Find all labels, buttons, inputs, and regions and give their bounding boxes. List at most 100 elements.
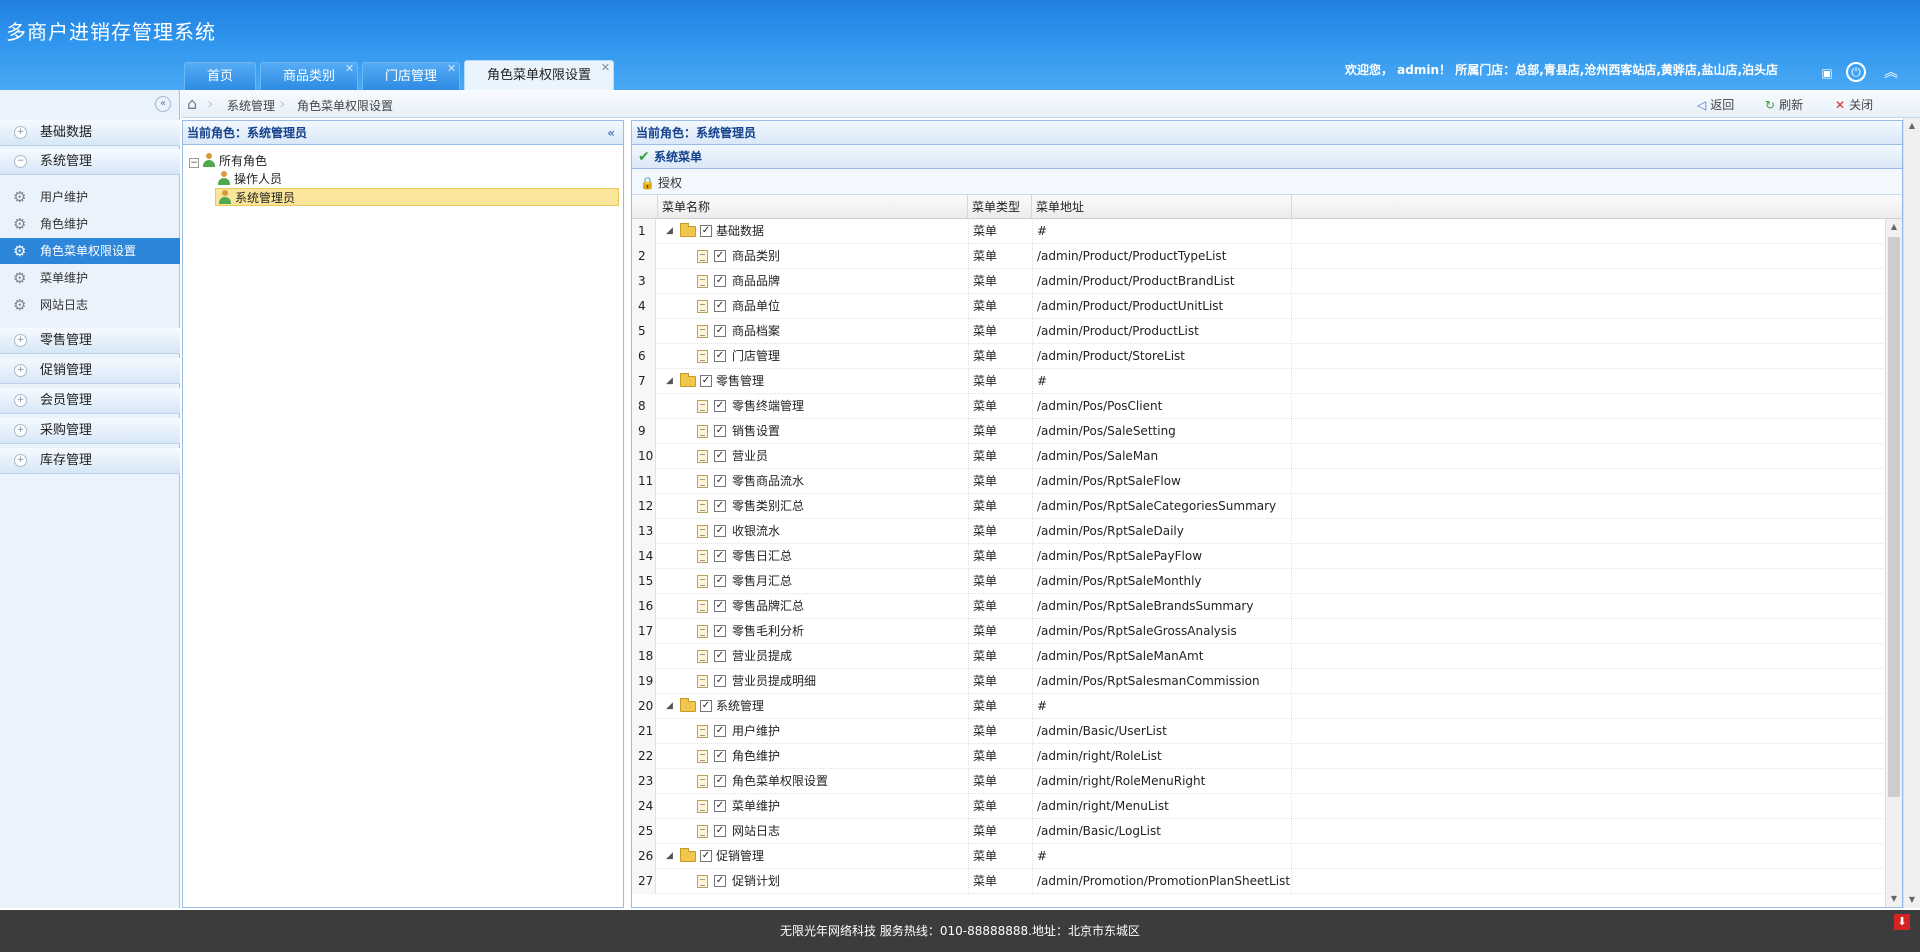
row-checkbox[interactable]: ✓ [714,475,726,487]
collapse-up-icon[interactable]: ︽ [1880,62,1902,84]
tab-home[interactable]: 首页 [184,62,257,90]
column-header-name[interactable]: 菜单名称 [658,195,968,219]
table-row[interactable]: 17 ✓ 零售毛利分析 菜单/admin/Pos/RptSaleGrossAnalys… [632,619,1902,644]
row-checkbox[interactable]: ✓ [714,725,726,737]
collapse-icon[interactable]: − [189,158,199,168]
row-checkbox[interactable]: ✓ [714,500,726,512]
tab-role-menu-rights[interactable]: 角色菜单权限设置 ✕ [464,60,615,90]
sidebar-item-menu[interactable]: ⚙ 菜单维护 [0,265,180,291]
authorize-button[interactable]: 🔒 授权 [640,174,682,191]
table-row[interactable]: 2 ✓ 商品类别 菜单/admin/Product/ProductTypeList [632,244,1902,269]
table-row[interactable]: 10 ✓ 营业员 菜单/admin/Pos/SaleMan [632,444,1902,469]
sidebar-item-log[interactable]: ⚙ 网站日志 [0,292,180,318]
table-row[interactable]: 13 ✓ 收银流水 菜单/admin/Pos/RptSaleDaily [632,519,1902,544]
tree-node-admin[interactable]: 系统管理员 [215,188,619,206]
refresh-button[interactable]: ↻ 刷新 [1765,96,1803,113]
row-checkbox[interactable]: ✓ [714,550,726,562]
sidebar-group-member[interactable]: + 会员管理 [0,388,180,414]
sidebar-group-basic-data[interactable]: + 基础数据 [0,120,180,146]
sidebar-item-role-menu-rights[interactable]: ⚙ 角色菜单权限设置 [0,238,180,264]
table-row[interactable]: 25 ✓ 网站日志 菜单/admin/Basic/LogList [632,819,1902,844]
expand-arrow-icon[interactable]: ◢ [666,219,673,243]
row-checkbox[interactable]: ✓ [714,575,726,587]
back-button[interactable]: ◁ 返回 [1697,96,1734,113]
expand-arrow-icon[interactable]: ◢ [666,844,673,868]
table-row[interactable]: 19 ✓ 营业员提成明细 菜单/admin/Pos/RptSalesmanCommis… [632,669,1902,694]
column-header-type[interactable]: 菜单类型 [968,195,1032,219]
table-row[interactable]: 20 ◢ ✓ 系统管理 菜单 # [632,694,1902,719]
sidebar-item-role[interactable]: ⚙ 角色维护 [0,211,180,237]
page-scrollbar[interactable]: ▲ ▼ [1903,118,1920,908]
scroll-up-icon[interactable]: ▲ [1886,219,1902,235]
power-icon[interactable]: ⏻ [1846,62,1866,82]
table-row[interactable]: 11 ✓ 零售商品流水 菜单/admin/Pos/RptSaleFlow [632,469,1902,494]
table-row[interactable]: 21 ✓ 用户维护 菜单/admin/Basic/UserList [632,719,1902,744]
table-row[interactable]: 3 ✓ 商品品牌 菜单/admin/Product/ProductBrandList [632,269,1902,294]
scroll-down-icon[interactable]: ▼ [1886,891,1902,907]
sidebar-group-purchase[interactable]: + 采购管理 [0,418,180,444]
table-row[interactable]: 9 ✓ 销售设置 菜单/admin/Pos/SaleSetting [632,419,1902,444]
sidebar-group-system[interactable]: − 系统管理 [0,149,180,175]
row-checkbox[interactable]: ✓ [714,425,726,437]
row-checkbox[interactable]: ✓ [714,800,726,812]
row-checkbox[interactable]: ✓ [714,875,726,887]
table-row[interactable]: 1 ◢ ✓ 基础数据 菜单 # [632,219,1902,244]
expand-arrow-icon[interactable]: ◢ [666,369,673,393]
close-icon[interactable]: ✕ [601,53,610,83]
clipboard-icon[interactable]: ▣ [1816,62,1838,84]
table-row[interactable]: 14 ✓ 零售日汇总 菜单/admin/Pos/RptSalePayFlow [632,544,1902,569]
row-checkbox[interactable]: ✓ [714,350,726,362]
expand-arrow-icon[interactable]: ◢ [666,694,673,718]
breadcrumb-item[interactable]: 系统管理 [227,97,275,114]
table-row[interactable]: 4 ✓ 商品单位 菜单/admin/Product/ProductUnitList [632,294,1902,319]
sidebar-collapse-icon[interactable]: « [155,96,171,112]
table-row[interactable]: 23 ✓ 角色菜单权限设置 菜单/admin/right/RoleMenuRight [632,769,1902,794]
row-checkbox[interactable]: ✓ [714,750,726,762]
sidebar-item-user[interactable]: ⚙ 用户维护 [0,184,180,210]
row-checkbox[interactable]: ✓ [714,600,726,612]
table-row[interactable]: 24 ✓ 菜单维护 菜单/admin/right/MenuList [632,794,1902,819]
table-row[interactable]: 15 ✓ 零售月汇总 菜单/admin/Pos/RptSaleMonthly [632,569,1902,594]
scroll-thumb[interactable] [1888,237,1900,797]
row-checkbox[interactable]: ✓ [714,675,726,687]
row-checkbox[interactable]: ✓ [714,325,726,337]
row-checkbox[interactable]: ✓ [714,525,726,537]
row-checkbox[interactable]: ✓ [714,300,726,312]
row-checkbox[interactable]: ✓ [714,275,726,287]
row-checkbox[interactable]: ✓ [700,375,712,387]
table-row[interactable]: 6 ✓ 门店管理 菜单/admin/Product/StoreList [632,344,1902,369]
row-checkbox[interactable]: ✓ [714,825,726,837]
sidebar-group-retail[interactable]: + 零售管理 [0,328,180,354]
table-row[interactable]: 27 ✓ 促销计划 菜单/admin/Promotion/PromotionPlanS… [632,869,1902,894]
row-checkbox[interactable]: ✓ [714,450,726,462]
table-row[interactable]: 16 ✓ 零售品牌汇总 菜单/admin/Pos/RptSaleBrandsSumma… [632,594,1902,619]
collapse-left-icon[interactable]: « [607,121,615,145]
column-header-url[interactable]: 菜单地址 [1032,195,1292,219]
row-checkbox[interactable]: ✓ [700,225,712,237]
row-checkbox[interactable]: ✓ [714,625,726,637]
sidebar-group-inventory[interactable]: + 库存管理 [0,448,180,474]
row-checkbox[interactable]: ✓ [700,700,712,712]
table-row[interactable]: 5 ✓ 商品档案 菜单/admin/Product/ProductList [632,319,1902,344]
table-row[interactable]: 18 ✓ 营业员提成 菜单/admin/Pos/RptSaleManAmt [632,644,1902,669]
row-checkbox[interactable]: ✓ [700,850,712,862]
row-checkbox[interactable]: ✓ [714,400,726,412]
sidebar-group-promotion[interactable]: + 促销管理 [0,358,180,384]
table-row[interactable]: 12 ✓ 零售类别汇总 菜单/admin/Pos/RptSaleCategoriesS… [632,494,1902,519]
row-checkbox[interactable]: ✓ [714,650,726,662]
scroll-up-icon[interactable]: ▲ [1904,118,1920,134]
row-checkbox[interactable]: ✓ [714,250,726,262]
tree-node-root[interactable]: − 所有角色 [189,152,267,170]
tree-node-operator[interactable]: 操作人员 [217,170,282,188]
table-row[interactable]: 7 ◢ ✓ 零售管理 菜单 # [632,369,1902,394]
close-button[interactable]: ✕ 关闭 [1835,96,1873,113]
tab-product-category[interactable]: 商品类别 ✕ [260,62,359,90]
close-icon[interactable]: ✕ [447,55,456,83]
grid-scrollbar[interactable]: ▲ ▼ [1885,219,1902,907]
close-icon[interactable]: ✕ [345,55,354,83]
home-icon[interactable]: ⌂ [187,94,197,113]
table-row[interactable]: 22 ✓ 角色维护 菜单/admin/right/RoleList [632,744,1902,769]
tab-store-management[interactable]: 门店管理 ✕ [362,62,461,90]
table-row[interactable]: 26 ◢ ✓ 促销管理 菜单 # [632,844,1902,869]
row-checkbox[interactable]: ✓ [714,775,726,787]
